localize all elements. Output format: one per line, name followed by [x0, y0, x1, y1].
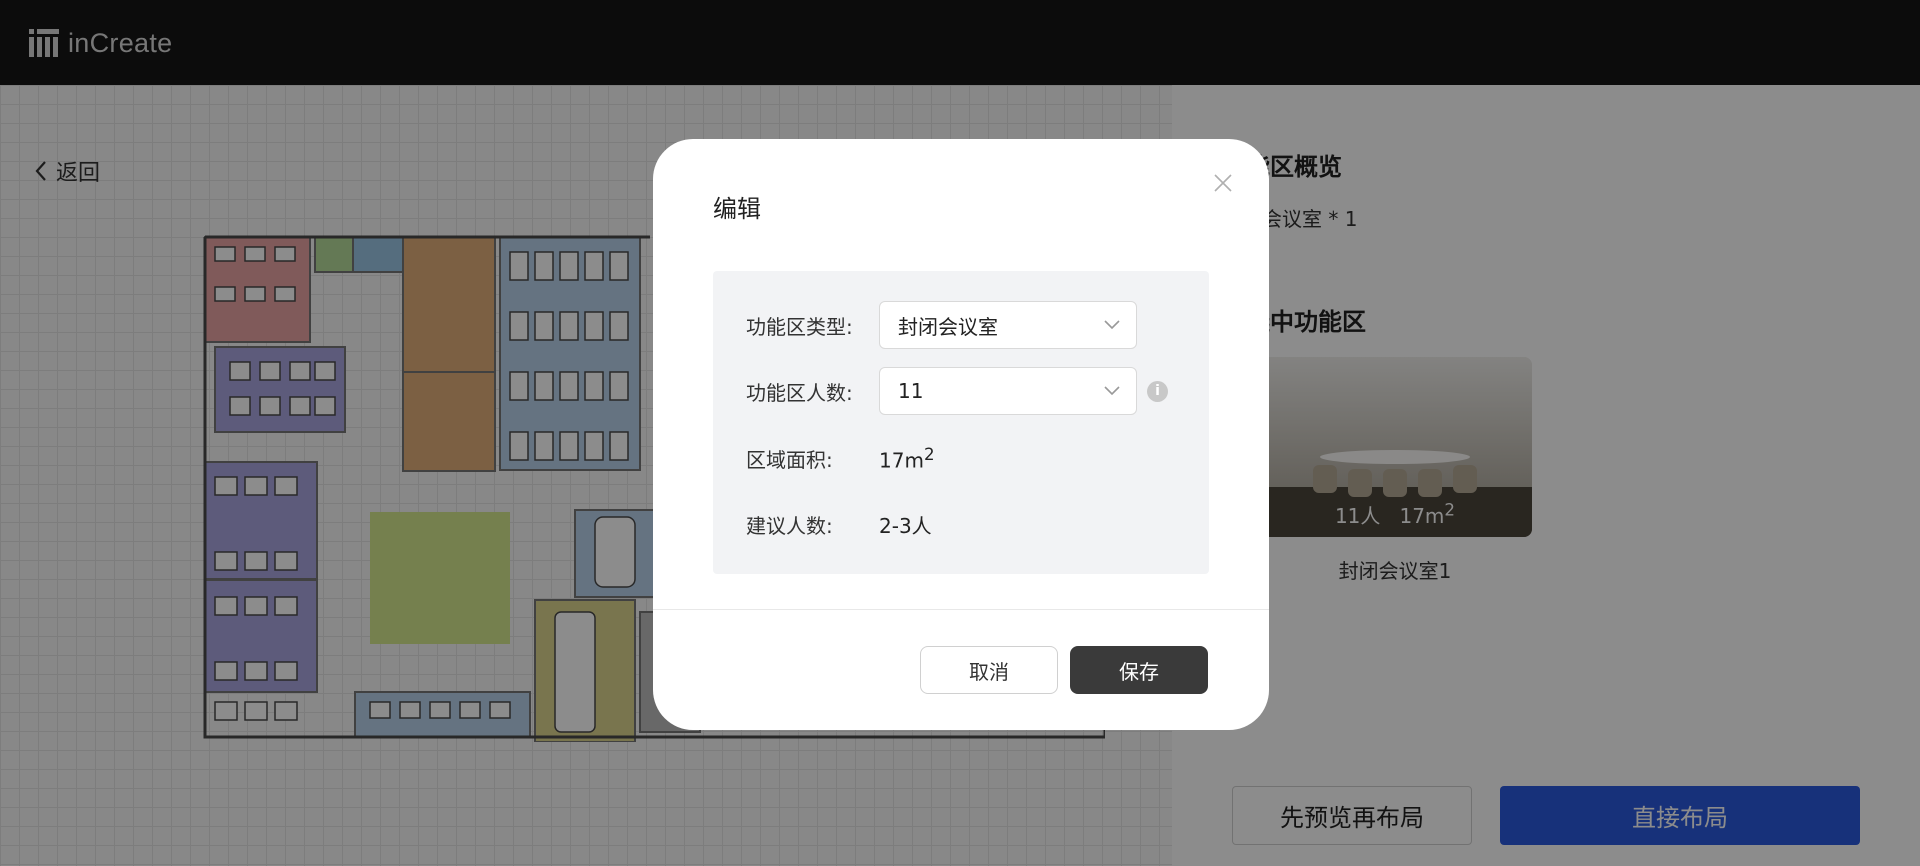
suggest-row: 建议人数: 2-3人: [746, 510, 932, 539]
area-number: 17m: [879, 448, 924, 473]
type-select[interactable]: 封闭会议室: [879, 301, 1137, 349]
chevron-down-icon: [1104, 386, 1120, 396]
close-icon[interactable]: [1213, 173, 1233, 193]
suggest-label: 建议人数:: [746, 514, 833, 538]
people-select[interactable]: 11: [879, 367, 1137, 415]
cancel-button[interactable]: 取消: [920, 646, 1058, 694]
people-row: 功能区人数: 11 i: [746, 367, 1168, 415]
area-label: 区域面积:: [746, 448, 833, 472]
save-button[interactable]: 保存: [1070, 646, 1208, 694]
area-row: 区域面积: 17m2: [746, 444, 935, 473]
area-exp: 2: [923, 444, 935, 464]
type-row: 功能区类型: 封闭会议室: [746, 301, 1137, 349]
people-value: 11: [898, 379, 924, 403]
type-label: 功能区类型:: [746, 314, 853, 339]
people-label: 功能区人数:: [746, 380, 853, 405]
type-value: 封闭会议室: [898, 314, 998, 339]
chevron-down-icon: [1104, 320, 1120, 330]
info-icon[interactable]: i: [1147, 380, 1168, 402]
suggest-value: 2-3人: [879, 514, 932, 538]
area-value: 17m2: [879, 445, 935, 473]
modal-divider: [653, 609, 1269, 610]
edit-form: 功能区类型: 封闭会议室 功能区人数: 11 i 区域面积: 17m2 建议人数…: [713, 271, 1209, 574]
edit-modal: 编辑 功能区类型: 封闭会议室 功能区人数: 11 i 区域面积: 17m2 建…: [653, 139, 1269, 730]
modal-title: 编辑: [713, 195, 761, 223]
